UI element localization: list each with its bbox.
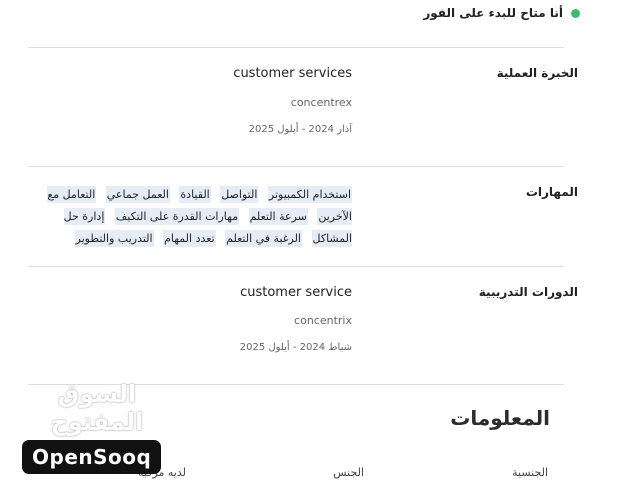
status-dot-icon bbox=[571, 8, 580, 18]
skill-item: مهارات القدرة على التكيف bbox=[114, 208, 240, 225]
training-company: concentrix bbox=[294, 314, 352, 327]
opensooq-logo: OpenSooq bbox=[22, 440, 162, 474]
divider bbox=[28, 47, 564, 48]
divider bbox=[28, 166, 564, 167]
watermark-arabic-text: السوق المفتوح bbox=[50, 380, 144, 436]
training-label: الدورات التدريبية bbox=[478, 285, 578, 299]
experience-company: concentrex bbox=[290, 96, 352, 109]
skill-item: سرعة التعلم bbox=[248, 208, 308, 225]
experience-job-title: customer services bbox=[233, 66, 352, 81]
experience-label: الخبرة العملية bbox=[496, 66, 578, 80]
availability-status: أنا متاح للبدء على الفور bbox=[423, 6, 580, 20]
info-field-nationality: الجنسية bbox=[512, 466, 548, 479]
training-dates: شباط 2024 - أيلول 2025 bbox=[239, 342, 352, 353]
skill-item: العمل جماعي bbox=[105, 186, 170, 203]
opensooq-watermark: السوق المفتوح OpenSooq bbox=[22, 380, 172, 474]
training-course-title: customer service bbox=[240, 285, 352, 300]
skill-item: تعدد المهام bbox=[163, 230, 216, 247]
skill-item: التدريب والتطوير bbox=[74, 230, 154, 247]
skill-item: استخدام الكمبيوتر bbox=[267, 186, 352, 203]
info-section-title: المعلومات bbox=[450, 406, 550, 430]
skill-item: القيادة bbox=[179, 186, 211, 203]
skill-item: الرغبة في التعلم bbox=[225, 230, 302, 247]
info-field-gender: الجنس bbox=[333, 466, 364, 479]
availability-text: أنا متاح للبدء على الفور bbox=[423, 6, 563, 20]
skills-label: المهارات bbox=[525, 185, 578, 199]
experience-dates: آذار 2024 - أيلول 2025 bbox=[248, 124, 352, 135]
divider bbox=[28, 266, 564, 267]
skills-list: استخدام الكمبيوتر التواصل القيادة العمل … bbox=[46, 184, 352, 250]
skill-item: التواصل bbox=[220, 186, 259, 203]
